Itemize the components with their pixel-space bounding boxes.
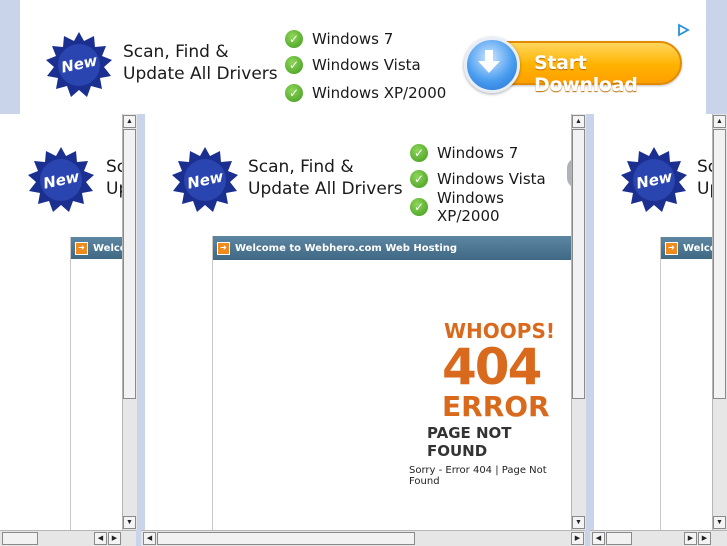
scroll-up-button[interactable]: ▲ [572, 115, 585, 128]
scroll-down-button[interactable]: ▼ [123, 516, 136, 529]
ad-headline-line-2: Up [697, 179, 712, 199]
adchoices-icon[interactable] [676, 23, 690, 37]
os-name: Windows 7 [437, 143, 519, 162]
scroll-left-button[interactable]: ◀ [143, 532, 156, 545]
scroll-down-button[interactable]: ▼ [572, 516, 585, 529]
os-list: ✓ Windows 7 ✓ Windows Vista ✓ Windows XP… [410, 140, 571, 225]
os-name: Windows 7 [312, 29, 394, 48]
check-icon: ✓ [285, 56, 303, 74]
arrow-icon: ➜ [217, 241, 230, 255]
hosting-header-title: Welcome to Webhero.com Web Hosting [235, 242, 458, 254]
hosting-header-bar: ➜ Welcome to Webhero.com Web Hosting [213, 236, 572, 260]
download-arrow-icon [464, 37, 520, 93]
ad-headline: Sc Up [697, 156, 712, 200]
check-icon: ✓ [410, 143, 428, 162]
ad-headline: Sc Up [106, 156, 122, 200]
error-code: 404 [442, 338, 542, 396]
check-icon: ✓ [410, 198, 428, 216]
os-name: Windows Vista [437, 170, 546, 188]
scroll-thumb[interactable] [157, 532, 415, 545]
scroll-up-button[interactable]: ▲ [123, 115, 136, 128]
scroll-up-button[interactable]: ▲ [713, 115, 726, 128]
arrow-icon: ➜ [665, 241, 678, 255]
center-frame-ad: New Scan, Find & Update All Drivers ✓ Wi… [145, 114, 571, 229]
ad-headline-line-2: Update All Drivers [123, 64, 278, 84]
hosting-header-title: Welco [93, 242, 123, 254]
os-list-item: ✓ Windows Vista [285, 51, 446, 79]
os-list-item: ✓ Windows XP/2000 [285, 79, 446, 107]
scroll-thumb[interactable] [713, 129, 726, 399]
check-icon: ✓ [410, 170, 428, 188]
os-list-item: ✓ Windows 7 [410, 140, 571, 165]
scroll-right-button[interactable]: ▶ [571, 532, 584, 545]
scroll-right-button[interactable]: ▶ [684, 532, 697, 545]
center-frame-vertical-scrollbar[interactable]: ▲ ▼ [571, 114, 586, 530]
scroll-right-button[interactable]: ▶ [698, 532, 711, 545]
center-frame-horizontal-scrollbar[interactable]: ◀ ▶ [141, 530, 585, 546]
check-icon: ✓ [285, 29, 303, 48]
ad-headline-line-2: Up [106, 179, 122, 199]
scroll-left-button[interactable]: ◀ [592, 532, 605, 545]
scroll-thumb[interactable] [123, 129, 136, 399]
left-frame-vertical-scrollbar[interactable]: ▲ ▼ [122, 114, 137, 530]
right-frame-horizontal-scrollbar[interactable]: ◀ ▶ ▶ [590, 530, 727, 546]
ad-headline: Scan, Find & Update All Drivers [123, 41, 278, 85]
scroll-thumb[interactable] [572, 129, 585, 399]
right-frame-vertical-scrollbar[interactable]: ▲ ▼ [712, 114, 727, 530]
left-frame-body: ➜ Welco [0, 229, 123, 530]
ad-headline-line-1: Sc [697, 157, 712, 177]
left-frame-ad: New Sc Up [0, 114, 122, 229]
scroll-left-button[interactable]: ◀ [94, 532, 107, 545]
page-not-found-text: PAGE NOT FOUND [427, 424, 512, 460]
scroll-thumb[interactable] [606, 532, 632, 545]
scroll-right-button[interactable]: ▶ [108, 532, 121, 545]
os-name: Windows Vista [312, 56, 421, 74]
ad-headline-line-1: Scan, Find & [123, 42, 229, 62]
os-name: Windows XP/2000 [312, 84, 447, 102]
scroll-down-button[interactable]: ▼ [713, 516, 726, 529]
hosting-page: ➜ Welcome to Webhero.com Web Hosting WHO… [212, 236, 572, 530]
os-list-item: ✓ Windows XP/2000 [410, 189, 571, 225]
check-icon: ✓ [285, 84, 303, 102]
ad-headline-line-1: Scan, Find & [248, 157, 354, 177]
hosting-page: ➜ Welco [70, 237, 123, 530]
scroll-thumb[interactable] [2, 532, 38, 545]
left-frame-horizontal-scrollbar[interactable]: ◀ ▶ [0, 530, 136, 546]
start-download-label: Start Download [534, 52, 638, 96]
start-download-button[interactable]: Start Download [464, 37, 682, 96]
hosting-header-bar: ➜ Welco [71, 237, 123, 259]
hosting-page: ➜ Welco [660, 237, 713, 530]
sorry-text: Sorry - Error 404 | Page Not Found [409, 465, 547, 487]
right-frame-ad: New Sc Up [594, 114, 712, 229]
os-list-item: ✓ Windows 7 [285, 26, 446, 51]
ad-headline: Scan, Find & Update All Drivers [248, 156, 403, 200]
error-word: ERROR [442, 390, 550, 423]
hosting-header-bar: ➜ Welco [661, 237, 713, 259]
right-frame-body: ➜ Welco [594, 229, 713, 530]
center-frame-body: ➜ Welcome to Webhero.com Web Hosting WHO… [145, 229, 572, 530]
ad-headline-line-1: Sc [106, 157, 122, 177]
arrow-icon: ➜ [75, 241, 88, 255]
hosting-header-title: Welco [683, 242, 713, 254]
top-ad-banner[interactable]: New Scan, Find & Update All Drivers ✓ Wi… [20, 0, 706, 114]
os-list: ✓ Windows 7 ✓ Windows Vista ✓ Windows XP… [285, 26, 446, 107]
ad-headline-line-2: Update All Drivers [248, 179, 403, 199]
os-name: Windows XP/2000 [437, 189, 504, 225]
